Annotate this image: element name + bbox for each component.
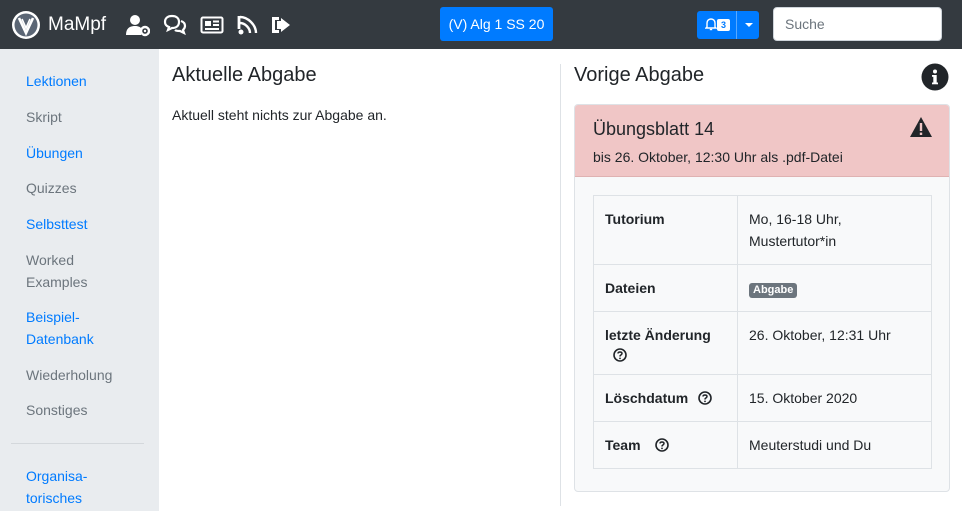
sidebar-item-skript[interactable]: Skript <box>26 107 146 129</box>
sign-out-icon[interactable] <box>269 13 293 37</box>
sidebar-item-sonstiges[interactable]: Sonstiges <box>26 400 146 422</box>
sidebar-item-beispiel-datenbank[interactable]: Beispiel-Datenbank <box>26 307 96 350</box>
card-header: Übungsblatt 14 bis 26. Oktober, 12:30 Uh… <box>575 105 949 177</box>
user-cog-icon[interactable] <box>126 13 150 37</box>
dropdown-divider <box>736 11 737 39</box>
row-key-label: letzte Änderung <box>605 327 711 343</box>
chevron-down-icon[interactable] <box>745 23 753 27</box>
assignment-title: Übungsblatt 14 <box>593 119 715 139</box>
sidebar-item-worked-examples[interactable]: Worked Examples <box>26 250 96 293</box>
row-key-label: Team <box>605 437 641 453</box>
column-divider <box>560 64 561 506</box>
logo-icon <box>12 11 40 39</box>
sidebar-item-wiederholung[interactable]: Wiederholung <box>26 365 146 387</box>
row-value-letzte-aenderung: 26. Oktober, 12:31 Uhr <box>737 311 932 375</box>
previous-submission-card: Übungsblatt 14 bis 26. Oktober, 12:30 Uh… <box>574 104 950 492</box>
lecture-select-button[interactable]: (V) Alg 1 SS 20 <box>440 7 553 41</box>
row-key-tutorium: Tutorium <box>593 195 738 265</box>
question-circle-icon[interactable] <box>613 348 627 362</box>
sidebar-item-selbsttest[interactable]: Selbsttest <box>26 214 146 236</box>
comments-icon[interactable] <box>163 13 187 37</box>
submission-details-table: Tutorium Mo, 16-18 Uhr, Mustertutor*in D… <box>593 195 932 469</box>
sidebar-item-organisatorisches[interactable]: Organisa-torisches <box>26 466 90 509</box>
table-row: Tutorium Mo, 16-18 Uhr, Mustertutor*in <box>593 195 932 265</box>
sidebar-item-uebungen[interactable]: Übungen <box>26 143 146 165</box>
current-submission-text: Aktuell steht nichts zur Abgabe an. <box>172 107 387 123</box>
feed-icon[interactable] <box>236 13 260 37</box>
row-key-dateien: Dateien <box>593 264 738 312</box>
file-badge[interactable]: Abgabe <box>749 283 798 298</box>
notification-count-badge: 3 <box>717 19 730 31</box>
row-value-loeschdatum: 15. Oktober 2020 <box>737 374 932 422</box>
bell-icon <box>705 18 717 31</box>
warning-triangle-icon <box>910 117 932 137</box>
row-key-loeschdatum: Löschdatum <box>593 374 738 422</box>
row-value-team: Meuterstudi und Du <box>737 421 932 469</box>
newspaper-icon[interactable] <box>200 13 224 37</box>
row-value-dateien: Abgabe <box>737 264 932 312</box>
table-row: Löschdatum 15. Oktober 2020 <box>593 374 932 422</box>
search-input[interactable] <box>773 7 942 41</box>
current-submission-heading: Aktuelle Abgabe <box>172 64 317 86</box>
table-row: Team Meuterstudi und Du <box>593 421 932 469</box>
top-navbar: MaMpf (V) Alg 1 SS 20 3 <box>0 0 962 49</box>
sidebar: Lektionen Skript Übungen Quizzes Selbstt… <box>0 49 159 511</box>
row-key-letzte-aenderung: letzte Änderung <box>593 311 738 375</box>
question-circle-icon[interactable] <box>698 391 713 405</box>
sidebar-divider <box>11 443 144 444</box>
notifications-button[interactable]: 3 <box>697 11 759 39</box>
row-value-tutorium: Mo, 16-18 Uhr, Mustertutor*in <box>737 195 932 265</box>
previous-submission-heading: Vorige Abgabe <box>574 64 705 86</box>
info-circle-icon[interactable] <box>921 63 949 91</box>
assignment-deadline: bis 26. Oktober, 12:30 Uhr als .pdf-Date… <box>593 149 843 165</box>
row-key-team: Team <box>593 421 738 469</box>
sidebar-item-quizzes[interactable]: Quizzes <box>26 178 146 200</box>
row-key-label: Löschdatum <box>605 390 689 406</box>
table-row: letzte Änderung 26. Oktober, 12:31 Uhr <box>593 311 932 375</box>
question-circle-icon[interactable] <box>654 438 669 452</box>
brand-name: MaMpf <box>48 14 107 35</box>
brand-link[interactable]: MaMpf <box>11 10 106 40</box>
table-row: Dateien Abgabe <box>593 264 932 312</box>
sidebar-item-lektionen[interactable]: Lektionen <box>26 71 146 93</box>
